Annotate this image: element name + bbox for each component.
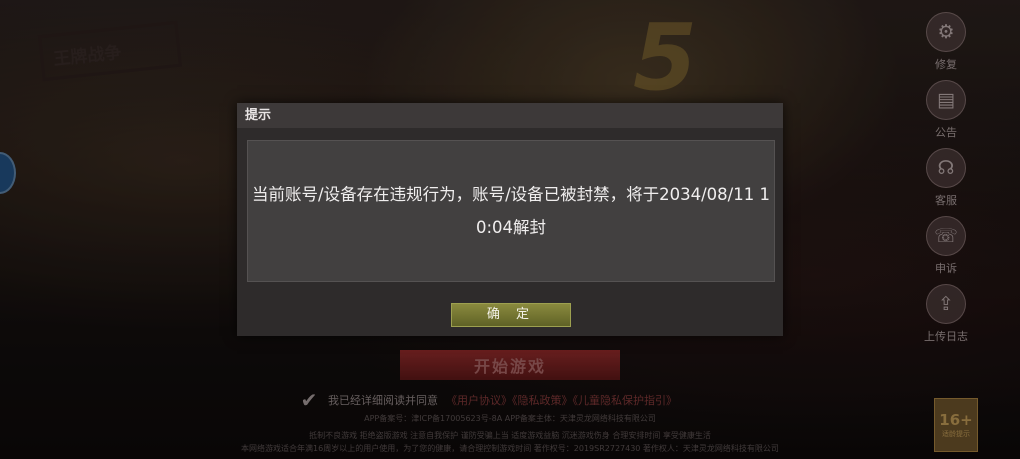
- dialog-message-panel: 当前账号/设备存在违规行为，账号/设备已被封禁，将于2034/08/11 10:…: [247, 140, 775, 282]
- ban-notice-dialog: 提示 当前账号/设备存在违规行为，账号/设备已被封禁，将于2034/08/11 …: [237, 103, 783, 336]
- dialog-message: 当前账号/设备存在违规行为，账号/设备已被封禁，将于2034/08/11 10:…: [252, 185, 770, 237]
- confirm-button[interactable]: 确 定: [451, 303, 571, 327]
- dialog-title: 提示: [237, 103, 783, 128]
